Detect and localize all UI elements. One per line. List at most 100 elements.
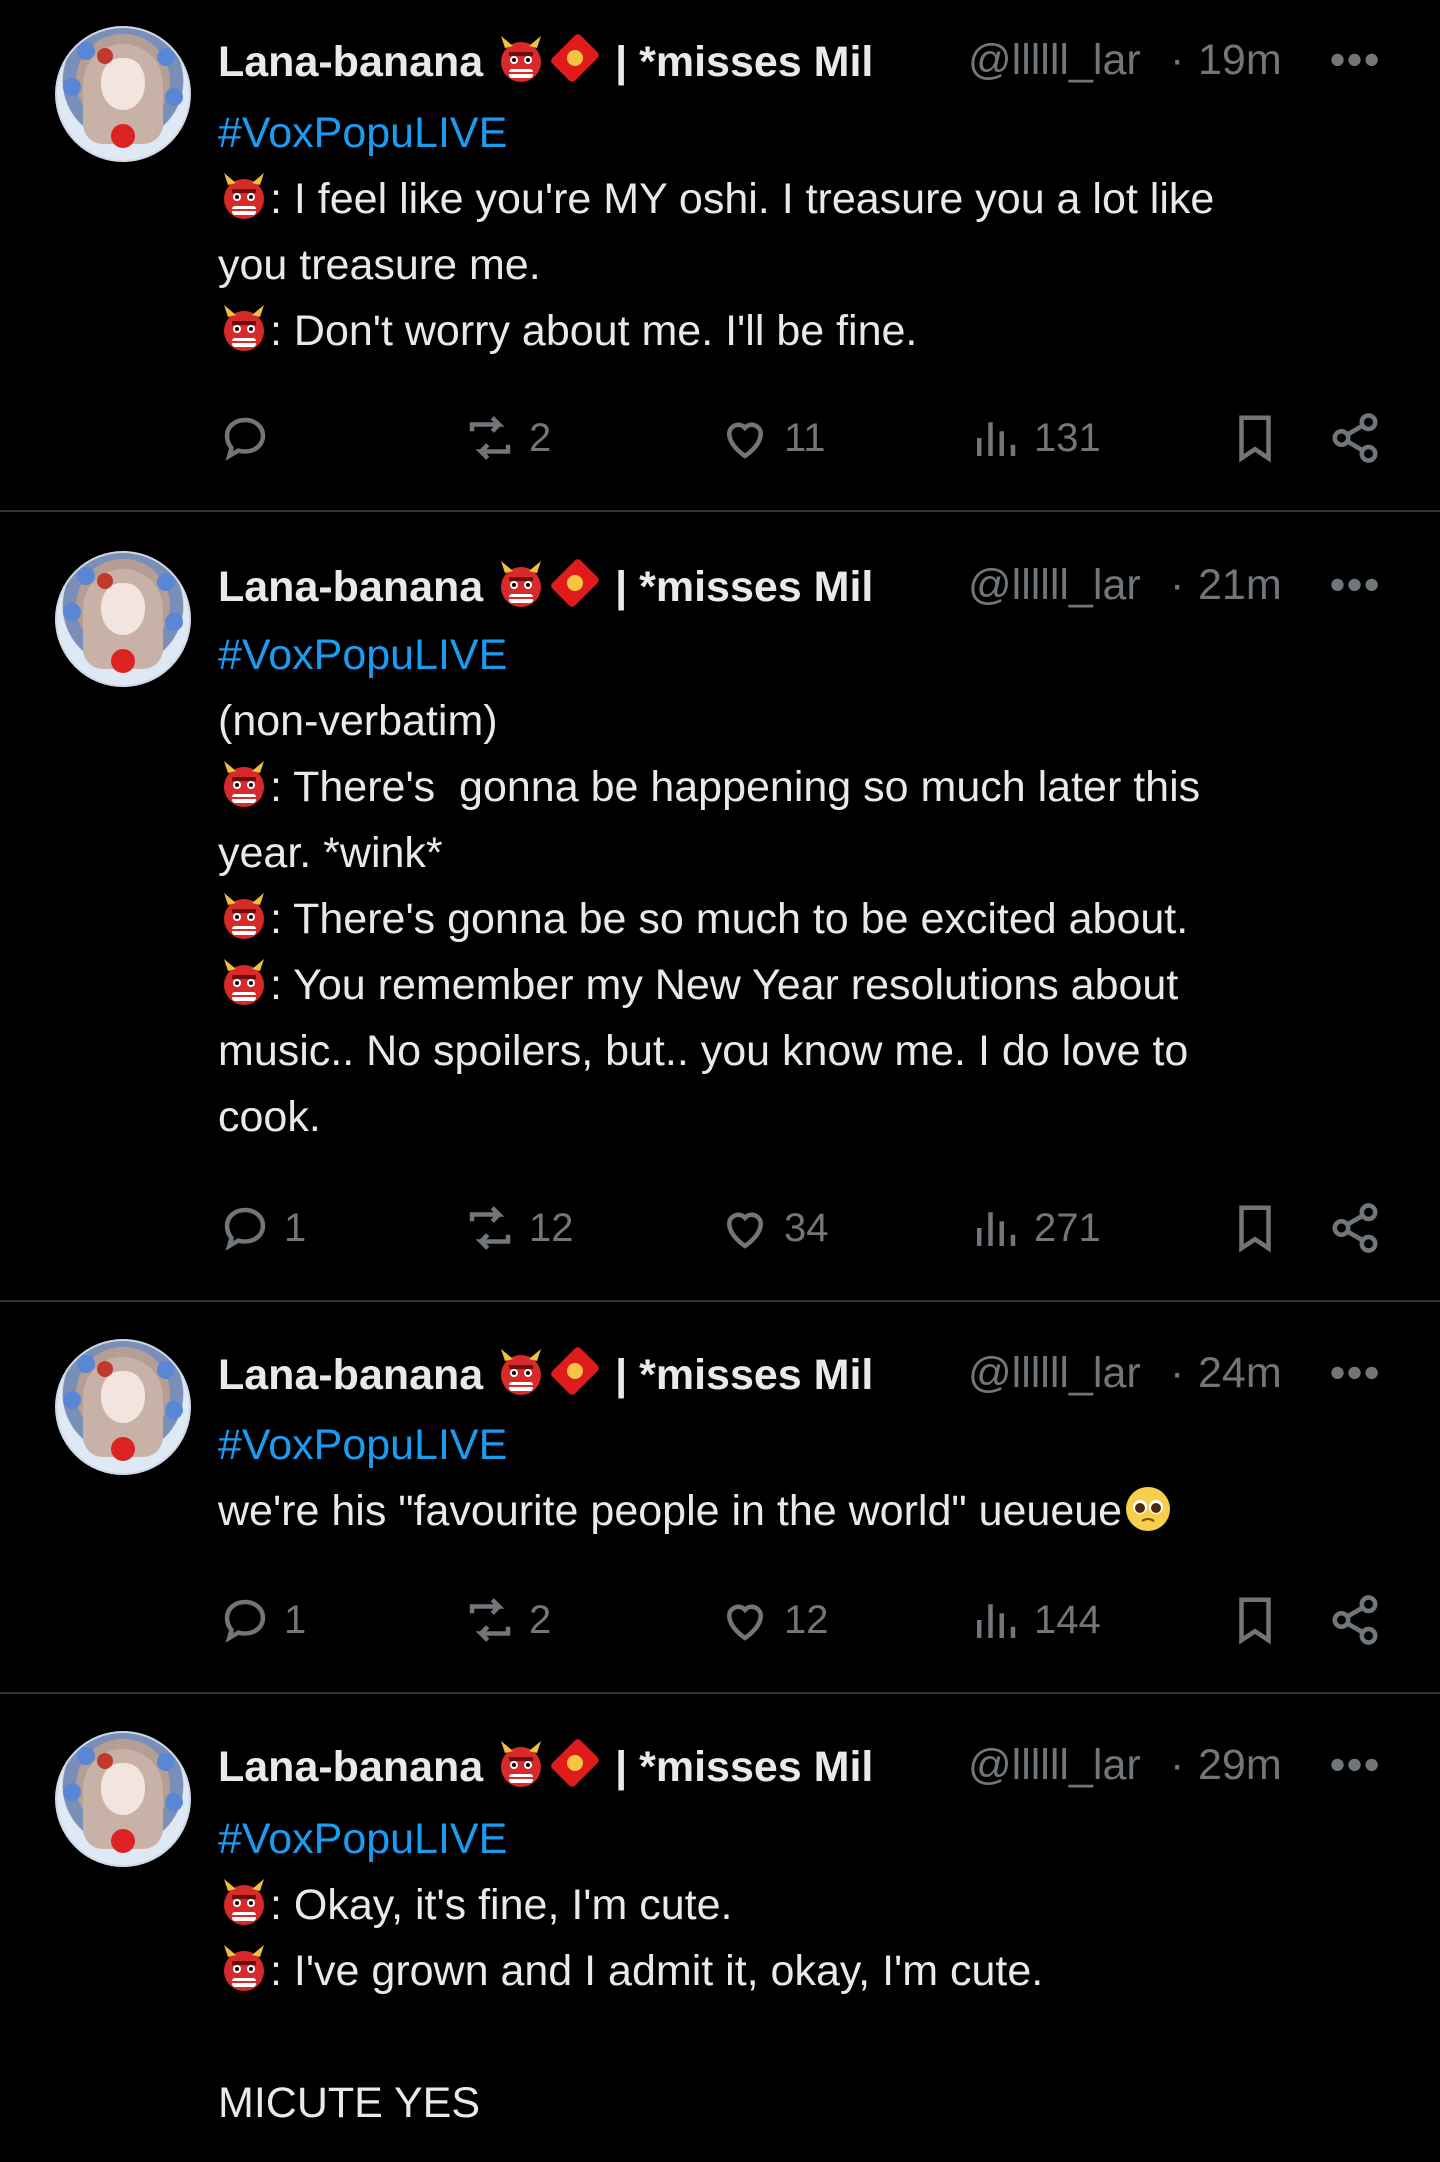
pleading-face-emoji <box>1122 1487 1174 1535</box>
share-button[interactable] <box>1328 1198 1394 1258</box>
tweet-header: Lana-banana | *misses Mil @llllll_lar · 19m… <box>218 30 1418 90</box>
user-handle[interactable]: @llllll_lar <box>968 30 1158 90</box>
tweet-line: (non-verbatim) <box>218 688 1368 754</box>
views-icon <box>968 411 1034 465</box>
display-name[interactable]: Lana-banana <box>218 1743 483 1791</box>
reply-icon <box>218 411 284 465</box>
bookmark-icon <box>1228 1201 1294 1255</box>
tweet[interactable]: Lana-banana | *misses Mil @llllll_lar · 21m… <box>0 510 1440 1302</box>
tweet-line-text: music.. No spoilers, but.. you know me. … <box>218 1027 1189 1075</box>
tweet-line: you treasure me. <box>218 232 1368 298</box>
tweet-line: : Don't worry about me. I'll be fine. <box>218 298 1368 364</box>
more-options-icon[interactable]: ••• <box>1330 30 1381 90</box>
user-handle[interactable]: @llllll_lar <box>968 555 1158 615</box>
views-button[interactable]: 144 <box>968 1590 1101 1650</box>
tweet-line: MICUTE YES <box>218 2070 1368 2136</box>
japanese-ogre-emoji <box>218 1943 270 1995</box>
tweet-header: Lana-banana | *misses Mil @llllll_lar · 29m… <box>218 1735 1418 1795</box>
separator-dot: · <box>1170 561 1185 609</box>
display-name[interactable]: Lana-banana <box>218 38 483 86</box>
tweet-actions: 2 11 131 <box>218 408 1378 468</box>
user-handle[interactable]: @llllll_lar <box>968 1735 1158 1795</box>
like-count: 12 <box>784 1597 829 1642</box>
tweet-line: : I feel like you're MY oshi. I treasure… <box>218 166 1368 232</box>
hashtag-link[interactable]: #VoxPopuLIVE <box>218 622 1368 688</box>
timestamp[interactable]: 21m <box>1198 555 1282 615</box>
like-count: 34 <box>784 1205 829 1250</box>
retweet-button[interactable]: 2 <box>463 408 551 468</box>
timestamp[interactable]: 29m <box>1198 1735 1282 1795</box>
bookmark-button[interactable] <box>1228 408 1294 468</box>
tweet-text: #VoxPopuLIVE we're his "favourite people … <box>218 1412 1368 1544</box>
tweet-line: we're his "favourite people in the world… <box>218 1478 1368 1544</box>
tweet[interactable]: Lana-banana | *misses Mil @llllll_lar · 24m… <box>0 1300 1440 1694</box>
display-name-suffix: | *misses Mil <box>615 38 874 86</box>
japanese-ogre-emoji <box>218 957 270 1009</box>
tweet-header: Lana-banana | *misses Mil @llllll_lar · 21m… <box>218 555 1418 615</box>
more-options-icon[interactable]: ••• <box>1330 555 1381 615</box>
japanese-ogre-emoji <box>495 34 547 86</box>
hashtag-link[interactable]: #VoxPopuLIVE <box>218 100 1368 166</box>
display-name[interactable]: Lana-banana <box>218 563 483 611</box>
tweet-line-text: : I feel like you're MY oshi. I treasure… <box>270 175 1215 223</box>
share-icon <box>1328 411 1394 465</box>
japanese-ogre-emoji <box>218 759 270 811</box>
more-options-icon[interactable]: ••• <box>1330 1735 1381 1795</box>
tweet[interactable]: Lana-banana | *misses Mil @llllll_lar · 19m… <box>0 0 1440 512</box>
retweet-button[interactable]: 2 <box>463 1590 551 1650</box>
like-button[interactable]: 12 <box>718 1590 829 1650</box>
hashtag-link[interactable]: #VoxPopuLIVE <box>218 1806 1368 1872</box>
timestamp[interactable]: 19m <box>1198 30 1282 90</box>
reply-icon <box>218 1593 284 1647</box>
display-name-suffix: | *misses Mil <box>615 1743 874 1791</box>
retweet-icon <box>463 1593 529 1647</box>
views-button[interactable]: 131 <box>968 408 1101 468</box>
retweet-button[interactable]: 12 <box>463 1198 574 1258</box>
share-button[interactable] <box>1328 1590 1394 1650</box>
separator-dot: · <box>1170 36 1185 84</box>
bookmark-icon <box>1228 1593 1294 1647</box>
avatar[interactable] <box>55 1339 191 1475</box>
japanese-ogre-emoji <box>495 559 547 611</box>
display-name-suffix: | *misses Mil <box>615 563 874 611</box>
tweet-line: year. *wink* <box>218 820 1368 886</box>
avatar[interactable] <box>55 1731 191 1867</box>
tweet-line: cook. <box>218 1084 1368 1150</box>
reply-button[interactable] <box>218 408 284 468</box>
avatar[interactable] <box>55 551 191 687</box>
hashtag-link[interactable]: #VoxPopuLIVE <box>218 1412 1368 1478</box>
tweet-line-text: (non-verbatim) <box>218 697 498 745</box>
tweet-actions: 1 12 34 271 <box>218 1198 1378 1258</box>
display-name[interactable]: Lana-banana <box>218 1351 483 1399</box>
timestamp[interactable]: 24m <box>1198 1343 1282 1403</box>
tweet-line: : You remember my New Year resolutions a… <box>218 952 1368 1018</box>
bookmark-button[interactable] <box>1228 1590 1294 1650</box>
user-handle[interactable]: @llllll_lar <box>968 1343 1158 1403</box>
reply-count: 1 <box>284 1597 307 1642</box>
bookmark-icon <box>1228 411 1294 465</box>
bookmark-button[interactable] <box>1228 1198 1294 1258</box>
heart-icon <box>718 1201 784 1255</box>
tweet-line-text: : Don't worry about me. I'll be fine. <box>270 307 918 355</box>
tweet-text: #VoxPopuLIVE (non-verbatim): There's gonn… <box>218 622 1368 1150</box>
separator-dot: · <box>1170 1349 1185 1397</box>
reply-button[interactable]: 1 <box>218 1590 306 1650</box>
red-envelope-badge <box>547 1735 603 1791</box>
red-envelope-badge <box>547 30 603 86</box>
share-button[interactable] <box>1328 408 1394 468</box>
tweet-header: Lana-banana | *misses Mil @llllll_lar · 24m… <box>218 1343 1418 1403</box>
japanese-ogre-emoji <box>495 1347 547 1399</box>
tweet-line-text: : Okay, it's fine, I'm cute. <box>270 1881 733 1929</box>
retweet-count: 2 <box>529 1597 552 1642</box>
japanese-ogre-emoji <box>218 1877 270 1929</box>
like-button[interactable]: 34 <box>718 1198 829 1258</box>
more-options-icon[interactable]: ••• <box>1330 1343 1381 1403</box>
tweet-text: #VoxPopuLIVE : Okay, it's fine, I'm cute.… <box>218 1806 1368 2136</box>
tweet[interactable]: Lana-banana | *misses Mil @llllll_lar · 29m… <box>0 1692 1440 2162</box>
reply-button[interactable]: 1 <box>218 1198 306 1258</box>
like-button[interactable]: 11 <box>718 408 826 468</box>
reply-icon <box>218 1201 284 1255</box>
avatar[interactable] <box>55 26 191 162</box>
heart-icon <box>718 1593 784 1647</box>
views-button[interactable]: 271 <box>968 1198 1101 1258</box>
